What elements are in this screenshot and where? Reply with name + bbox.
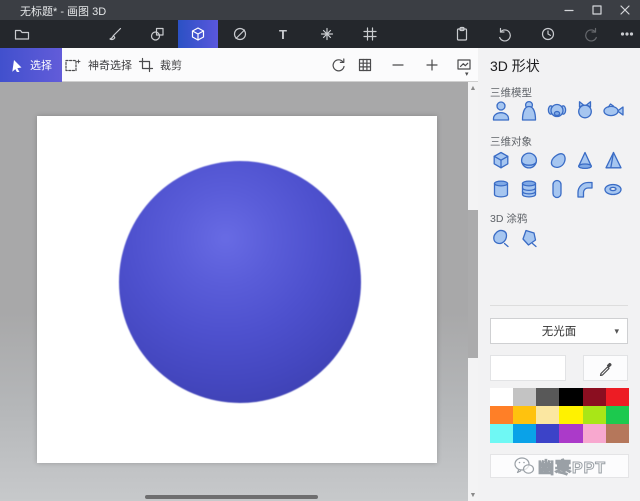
brushes-icon[interactable] bbox=[98, 20, 132, 48]
model-man-icon[interactable] bbox=[487, 98, 515, 124]
finish-value: 无光面 bbox=[542, 323, 577, 339]
color-swatch[interactable] bbox=[536, 388, 559, 406]
models-row bbox=[487, 98, 627, 124]
color-swatch[interactable] bbox=[559, 424, 582, 443]
color-swatch[interactable] bbox=[583, 424, 606, 443]
canvas-icon[interactable] bbox=[353, 20, 387, 48]
color-swatch[interactable] bbox=[583, 406, 606, 424]
scroll-up-icon[interactable]: ▲ bbox=[468, 82, 478, 94]
color-swatch[interactable] bbox=[606, 388, 629, 406]
shapes-3d-icon[interactable] bbox=[178, 20, 218, 48]
workspace: ▲ ▼ bbox=[0, 82, 478, 501]
panel-divider bbox=[490, 305, 628, 306]
color-swatch[interactable] bbox=[513, 388, 536, 406]
window-title: 无标题* - 画图 3D bbox=[20, 3, 106, 19]
zoom-in-icon[interactable] bbox=[420, 53, 444, 77]
color-swatch[interactable] bbox=[583, 388, 606, 406]
zoom-out-icon[interactable] bbox=[386, 53, 410, 77]
scroll-down-icon[interactable]: ▼ bbox=[468, 489, 478, 501]
shapes-side-panel: 3D 形状 三维模型 三维对象 3D 涂鸦 bbox=[478, 48, 640, 501]
shape-cylinder-icon[interactable] bbox=[487, 176, 515, 202]
color-palette bbox=[490, 388, 629, 443]
stickers-icon[interactable] bbox=[223, 20, 257, 48]
shape-capsule-icon[interactable] bbox=[543, 176, 571, 202]
panel-title: 3D 形状 bbox=[490, 56, 540, 76]
history-icon[interactable] bbox=[531, 20, 565, 48]
shape-sphere-icon[interactable] bbox=[515, 148, 543, 174]
color-swatch[interactable] bbox=[513, 424, 536, 443]
chevron-down-icon: ▾ bbox=[614, 326, 619, 337]
magic-select-icon bbox=[64, 57, 82, 73]
color-swatch[interactable] bbox=[559, 406, 582, 424]
crop-button[interactable]: 裁剪 bbox=[138, 48, 182, 82]
vertical-scroll-thumb[interactable] bbox=[468, 210, 478, 358]
crop-label: 裁剪 bbox=[160, 57, 182, 73]
menu-icon[interactable] bbox=[5, 20, 39, 48]
color-swatch[interactable] bbox=[490, 388, 513, 406]
undo-icon[interactable] bbox=[488, 20, 522, 48]
paint3d-window: 无标题* - 画图 3D T 选择 神奇选择 裁剪 bbox=[0, 0, 640, 501]
model-dog-icon[interactable] bbox=[543, 98, 571, 124]
objects-row-2 bbox=[487, 176, 627, 202]
color-swatch[interactable] bbox=[490, 424, 513, 443]
eyedropper-button[interactable] bbox=[583, 355, 628, 381]
select-button[interactable]: 选择 bbox=[0, 48, 62, 82]
magic-select-label: 神奇选择 bbox=[88, 57, 132, 73]
canvas-3d-sphere[interactable] bbox=[119, 161, 361, 403]
objects-section-label: 三维对象 bbox=[490, 134, 532, 149]
text-icon[interactable]: T bbox=[266, 20, 300, 48]
fit-dropdown-caret[interactable]: ▾ bbox=[465, 70, 469, 78]
color-swatch[interactable] bbox=[513, 406, 536, 424]
doodle-row bbox=[487, 225, 543, 251]
color-swatch[interactable] bbox=[606, 424, 629, 443]
shape-cone-icon[interactable] bbox=[571, 148, 599, 174]
color-swatch[interactable] bbox=[490, 406, 513, 424]
color-swatch[interactable] bbox=[536, 406, 559, 424]
finish-dropdown[interactable]: 无光面 ▾ bbox=[490, 318, 628, 344]
model-fish-icon[interactable] bbox=[599, 98, 627, 124]
crop-icon bbox=[138, 57, 154, 73]
paste-icon[interactable] bbox=[445, 20, 479, 48]
shape-doughnut-icon[interactable] bbox=[599, 176, 627, 202]
close-button[interactable] bbox=[611, 0, 639, 20]
grid-icon[interactable] bbox=[353, 53, 377, 77]
redo-icon[interactable] bbox=[574, 20, 608, 48]
tool-options-ribbon: 选择 神奇选择 裁剪 ▾ bbox=[0, 48, 478, 82]
shape-tube-icon[interactable] bbox=[571, 176, 599, 202]
effects-icon[interactable] bbox=[310, 20, 344, 48]
more-icon[interactable] bbox=[610, 20, 640, 48]
soft-edge-doodle-icon[interactable] bbox=[487, 225, 515, 251]
maximize-button[interactable] bbox=[583, 0, 611, 20]
minimize-button[interactable] bbox=[555, 0, 583, 20]
model-woman-icon[interactable] bbox=[515, 98, 543, 124]
magic-select-button[interactable]: 神奇选择 bbox=[64, 48, 132, 82]
doodle-section-label: 3D 涂鸦 bbox=[490, 211, 527, 226]
color-swatch[interactable] bbox=[559, 388, 582, 406]
current-color-well[interactable] bbox=[490, 355, 566, 381]
select-label: 选择 bbox=[30, 57, 52, 73]
drawing-canvas[interactable] bbox=[37, 116, 437, 463]
rotate-view-icon[interactable] bbox=[326, 53, 350, 77]
shapes-2d-icon[interactable] bbox=[140, 20, 174, 48]
title-bar: 无标题* - 画图 3D bbox=[0, 0, 640, 20]
model-cat-icon[interactable] bbox=[571, 98, 599, 124]
vertical-scrollbar[interactable]: ▲ ▼ bbox=[468, 82, 478, 501]
horizontal-scroll-thumb[interactable] bbox=[145, 495, 318, 499]
shape-hemisphere-icon[interactable] bbox=[543, 148, 571, 174]
cursor-icon bbox=[10, 58, 24, 72]
fit-to-window-icon[interactable] bbox=[452, 53, 476, 77]
color-swatch[interactable] bbox=[606, 406, 629, 424]
add-color-button[interactable] bbox=[490, 454, 629, 478]
shape-cube-icon[interactable] bbox=[487, 148, 515, 174]
objects-row-1 bbox=[487, 148, 627, 174]
main-toolbar: T bbox=[0, 20, 640, 48]
shape-curved-cylinder-icon[interactable] bbox=[515, 176, 543, 202]
sharp-edge-doodle-icon[interactable] bbox=[515, 225, 543, 251]
shape-pyramid-icon[interactable] bbox=[599, 148, 627, 174]
eyedropper-icon bbox=[598, 360, 614, 376]
color-swatch[interactable] bbox=[536, 424, 559, 443]
